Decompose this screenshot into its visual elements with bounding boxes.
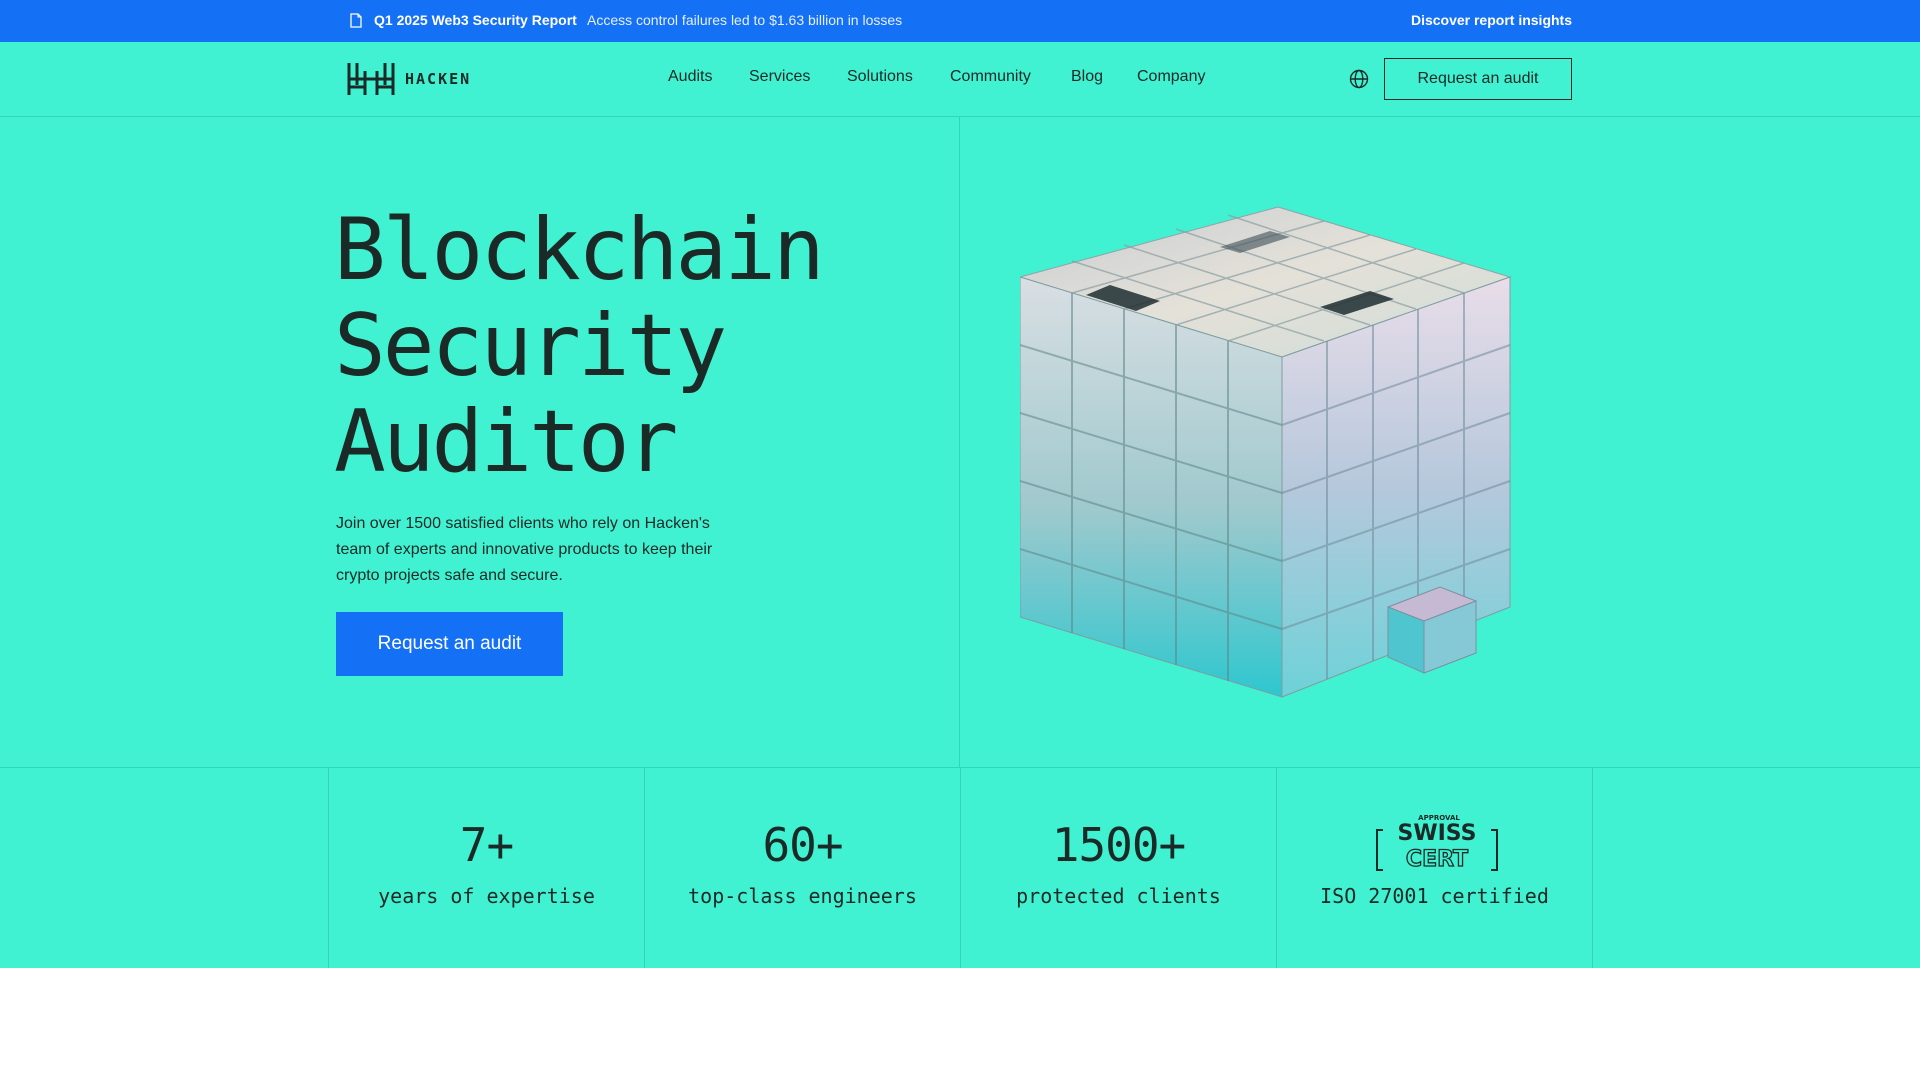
stat-card: 60+ top-class engineers xyxy=(644,768,960,969)
nav-company[interactable]: Company xyxy=(1137,68,1205,86)
report-title[interactable]: Q1 2025 Web3 Security Report xyxy=(374,12,577,28)
stat-divider xyxy=(1592,768,1593,969)
report-insights-link[interactable]: Discover report insights xyxy=(1411,12,1572,28)
stat-card: 1500+ protected clients xyxy=(960,768,1276,969)
header-request-audit-button[interactable]: Request an audit xyxy=(1384,58,1572,100)
nav-audits[interactable]: Audits xyxy=(668,68,712,86)
stat-label: years of expertise xyxy=(378,884,595,908)
hero-title-line: Blockchain xyxy=(334,200,825,300)
stat-label: top-class engineers xyxy=(688,884,917,908)
hacken-logo-mark-icon xyxy=(347,63,395,95)
page-continuation xyxy=(0,968,1920,1080)
stat-label: protected clients xyxy=(1016,884,1221,908)
swiss-cert-badge: APPROVAL SWISS CERT xyxy=(1376,814,1498,873)
nav-community[interactable]: Community xyxy=(950,68,1031,86)
hero-title-line: Security xyxy=(334,296,727,396)
globe-icon[interactable] xyxy=(1349,69,1369,89)
hero-divider xyxy=(959,117,960,767)
top-banner: Q1 2025 Web3 Security Report Access cont… xyxy=(0,0,1920,42)
stat-card: 7+ years of expertise xyxy=(328,768,644,969)
nav-services[interactable]: Services xyxy=(749,68,810,86)
report-summary: Access control failures led to $1.63 bil… xyxy=(587,12,903,28)
hero-section: Blockchain Security Auditor Join over 15… xyxy=(0,117,1920,767)
stat-value: 60+ xyxy=(762,818,843,872)
site-header: HACKEN Audits Services Solutions Communi… xyxy=(0,42,1920,117)
badge-sub-text: CERT xyxy=(1406,847,1468,872)
hero-title: Blockchain Security Auditor xyxy=(334,200,825,492)
badge-main-text: SWISS xyxy=(1398,821,1477,846)
hero-request-audit-button[interactable]: Request an audit xyxy=(336,612,563,676)
stats-section: 7+ years of expertise 60+ top-class engi… xyxy=(0,767,1920,969)
stat-value: 1500+ xyxy=(1051,818,1186,872)
nav-solutions[interactable]: Solutions xyxy=(847,68,913,86)
hero-title-line: Auditor xyxy=(334,392,678,492)
document-icon xyxy=(350,13,362,28)
cube-illustration xyxy=(1020,206,1512,698)
stat-card: APPROVAL SWISS CERT ISO 27001 certified xyxy=(1276,768,1592,969)
nav-blog[interactable]: Blog xyxy=(1071,68,1103,86)
stat-label: ISO 27001 certified xyxy=(1320,884,1549,908)
hacken-logo[interactable]: HACKEN xyxy=(347,61,497,99)
stat-value: 7+ xyxy=(459,818,514,872)
logo-wordmark: HACKEN xyxy=(405,70,472,88)
hero-description: Join over 1500 satisfied clients who rel… xyxy=(336,515,713,584)
